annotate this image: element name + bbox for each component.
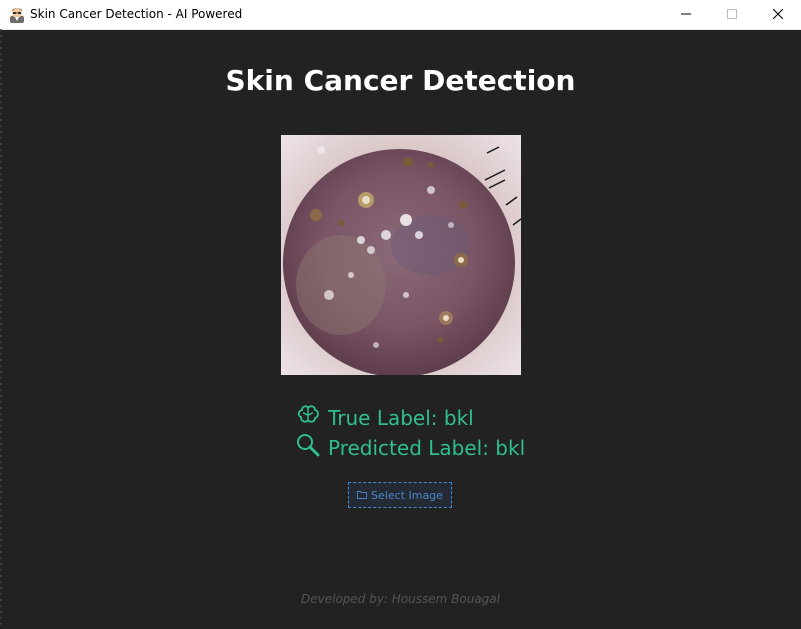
true-label-row: True Label: bkl [296,403,474,432]
magnifier-icon [296,433,320,462]
brain-icon [296,403,320,432]
doctor-icon [8,6,26,23]
select-image-button[interactable]: Select Image [348,482,452,508]
lesion-image [281,135,522,377]
close-icon [773,9,783,19]
predicted-label-text: Predicted Label: bkl [328,435,526,460]
true-label-text: True Label: bkl [328,405,474,430]
maximize-button[interactable] [709,0,755,29]
page-title: Skin Cancer Detection [225,64,576,97]
close-button[interactable] [755,0,801,29]
window-title-bar: Skin Cancer Detection - AI Powered [0,0,801,30]
predicted-label-row: Predicted Label: bkl [296,433,525,462]
minimize-icon [681,13,691,15]
maximize-icon [727,9,737,19]
folder-icon [357,489,367,502]
window-edge [0,29,2,629]
window-title: Skin Cancer Detection - AI Powered [30,7,243,21]
developer-credit: Developed by: Houssem Bouagal [301,592,500,606]
minimize-button[interactable] [663,0,709,29]
select-image-label: Select Image [371,488,443,502]
